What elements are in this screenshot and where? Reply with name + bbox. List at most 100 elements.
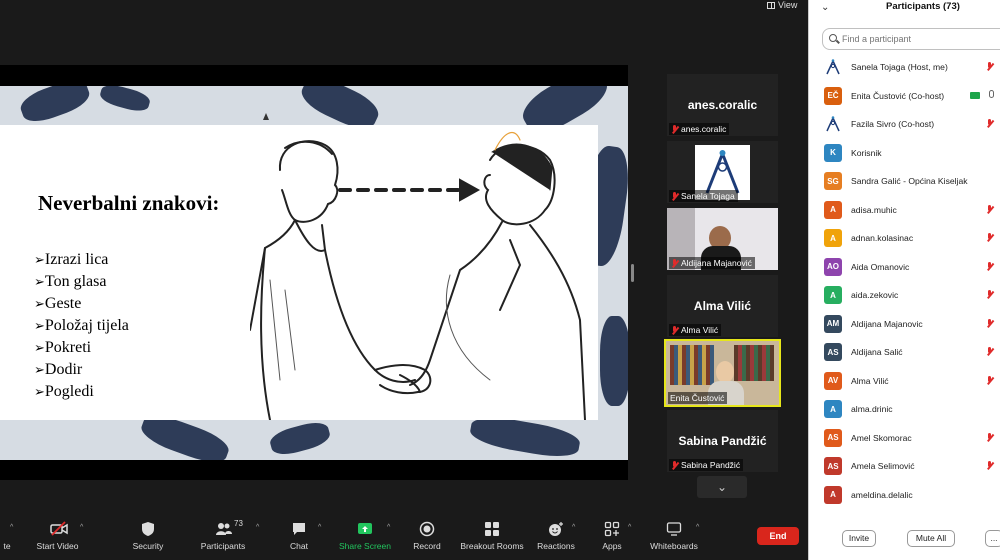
participant-name: Aldijana Majanovic	[851, 318, 923, 329]
mic-muted-icon	[986, 461, 993, 469]
avatar: K	[824, 143, 842, 162]
participant-row[interactable]: AV Alma Vilić	[809, 367, 1000, 396]
video-tile[interactable]: Sanela Tojaga	[667, 141, 778, 203]
participant-row[interactable]: K Korisnik	[809, 139, 1000, 168]
mic-muted-icon	[986, 119, 993, 127]
start-video-button[interactable]: Start Video	[35, 521, 80, 551]
mic-muted-icon	[986, 261, 993, 270]
participant-row[interactable]: Fazila Sivro (Co-host)	[809, 110, 1000, 139]
participant-name: adnan.kolasinac	[851, 233, 914, 244]
participant-row[interactable]: AS Aldijana Salić	[809, 338, 1000, 367]
slide-bullet: Izrazi lica	[34, 249, 129, 271]
split-resize-handle[interactable]	[631, 264, 634, 282]
more-options-button[interactable]: ...	[985, 530, 1000, 547]
participant-row[interactable]: SG Sandra Galić - Općina Kiseljak	[809, 167, 1000, 196]
participant-name: Enita Čustović (Co-host)	[851, 90, 945, 101]
participant-list: Sanela Tojaga (Host, me) EČ Enita Čustović…	[809, 53, 1000, 509]
participant-name: ameldina.delalic	[851, 489, 913, 500]
mic-muted-icon	[986, 233, 993, 241]
participant-row[interactable]: AO Aida Omanovic	[809, 253, 1000, 282]
scroll-gallery-down-button[interactable]: ⌄	[697, 476, 747, 498]
security-button[interactable]: Security	[130, 521, 166, 551]
video-tile[interactable]: Aldijana Majanović	[667, 208, 778, 270]
participant-name: Sanela Tojaga (Host, me)	[851, 62, 948, 73]
search-input[interactable]	[842, 32, 1000, 46]
video-tile[interactable]: Sabina Pandžić Sabina Pandžić	[667, 410, 778, 472]
participant-name: Aldijana Salić	[851, 347, 903, 358]
participant-row[interactable]: Aalma.drinic	[809, 395, 1000, 424]
breakout-rooms-icon	[484, 521, 500, 537]
participant-row[interactable]: AS Amel Skomorac	[809, 424, 1000, 453]
mic-muted-icon	[671, 326, 678, 334]
mic-muted-icon	[986, 347, 993, 355]
avatar: AM	[824, 314, 842, 333]
avatar: AS	[824, 457, 842, 476]
participant-row[interactable]: Aaida.zekovic	[809, 281, 1000, 310]
brush-stroke	[600, 316, 628, 406]
end-meeting-button[interactable]: End	[757, 527, 799, 545]
video-tile-name: Alma Vilić	[693, 299, 752, 313]
participants-options-caret-icon[interactable]: ^	[256, 524, 259, 531]
slide-title: Neverbalni znakovi:	[38, 191, 220, 215]
whiteboards-options-caret-icon[interactable]: ^	[696, 524, 699, 531]
search-icon	[829, 34, 837, 42]
avatar: AS	[824, 428, 842, 447]
reactions-options-caret-icon[interactable]: ^	[572, 524, 575, 531]
chat-options-caret-icon[interactable]: ^	[318, 524, 321, 531]
view-label: View	[778, 0, 798, 10]
video-tile[interactable]: Alma Vilić Alma Vilić	[667, 275, 778, 337]
chat-bubble-icon	[291, 521, 307, 537]
invite-button[interactable]: Invite	[842, 530, 876, 547]
slide-bullet: Dodir	[34, 359, 129, 381]
mic-muted-icon	[671, 461, 678, 469]
avatar: A	[824, 400, 842, 419]
view-button[interactable]: View	[767, 0, 797, 10]
participant-row[interactable]: Aameldina.delalic	[809, 481, 1000, 510]
video-tile-name: Sabina Pandžić	[678, 434, 767, 448]
collapse-chevron-icon[interactable]: ⌄	[821, 2, 829, 13]
record-button[interactable]: Record	[412, 521, 442, 551]
share-screen-button[interactable]: Share Screen	[338, 521, 392, 551]
whiteboards-button[interactable]: Whiteboards	[648, 521, 700, 551]
mute-all-button[interactable]: Mute All	[907, 530, 955, 547]
breakout-rooms-button[interactable]: Breakout Rooms	[460, 521, 524, 551]
participant-row[interactable]: Sanela Tojaga (Host, me)	[809, 53, 1000, 82]
participant-row[interactable]: EČ Enita Čustović (Co-host)	[809, 82, 1000, 111]
avatar: EČ	[824, 86, 842, 105]
avatar: A	[824, 286, 842, 305]
chevron-down-icon: ⌄	[716, 480, 728, 494]
participant-search	[822, 28, 1000, 50]
avatar: A	[824, 485, 842, 504]
participant-row[interactable]: Aadnan.kolasinac	[809, 224, 1000, 253]
slide-bullet: Položaj tijela	[34, 315, 129, 337]
mic-muted-icon	[671, 125, 678, 133]
presentation-slide: Neverbalni znakovi: Izrazi lica Ton glas…	[0, 86, 628, 460]
video-tile[interactable]: anes.coralic anes.coralic	[667, 74, 778, 136]
apps-options-caret-icon[interactable]: ^	[628, 524, 631, 531]
shield-icon	[140, 521, 156, 537]
avatar: SG	[824, 172, 842, 191]
mouse-cursor-icon	[263, 113, 269, 120]
apps-button[interactable]: Apps	[598, 521, 626, 551]
participant-row[interactable]: AS Amela Selimović	[809, 452, 1000, 481]
active-speaker-video-tile[interactable]: Enita Čustović	[664, 339, 781, 407]
chat-button[interactable]: Chat	[285, 521, 313, 551]
participant-face	[716, 361, 734, 383]
participant-row[interactable]: AM Aldijana Majanovic	[809, 310, 1000, 339]
mic-muted-icon	[986, 62, 993, 70]
participants-button[interactable]: 73 Participants	[198, 519, 248, 551]
mic-muted-icon	[671, 259, 678, 267]
video-options-caret-icon[interactable]: ^	[80, 524, 83, 531]
share-options-caret-icon[interactable]: ^	[387, 524, 390, 531]
mic-muted-icon	[986, 432, 993, 441]
panel-title: Participants (73)	[886, 1, 960, 12]
mute-options-caret-icon[interactable]: ^	[10, 524, 13, 531]
avatar-logo-icon	[824, 58, 842, 77]
video-tile-label: Enita Čustović	[668, 392, 728, 404]
participant-name: adisa.muhic	[851, 204, 897, 215]
participant-row[interactable]: Aadisa.muhic	[809, 196, 1000, 225]
participant-name: Aida Omanovic	[851, 261, 910, 272]
reactions-button[interactable]: Reactions	[536, 521, 576, 551]
brush-stroke	[267, 418, 333, 459]
camera-on-icon	[970, 91, 980, 99]
